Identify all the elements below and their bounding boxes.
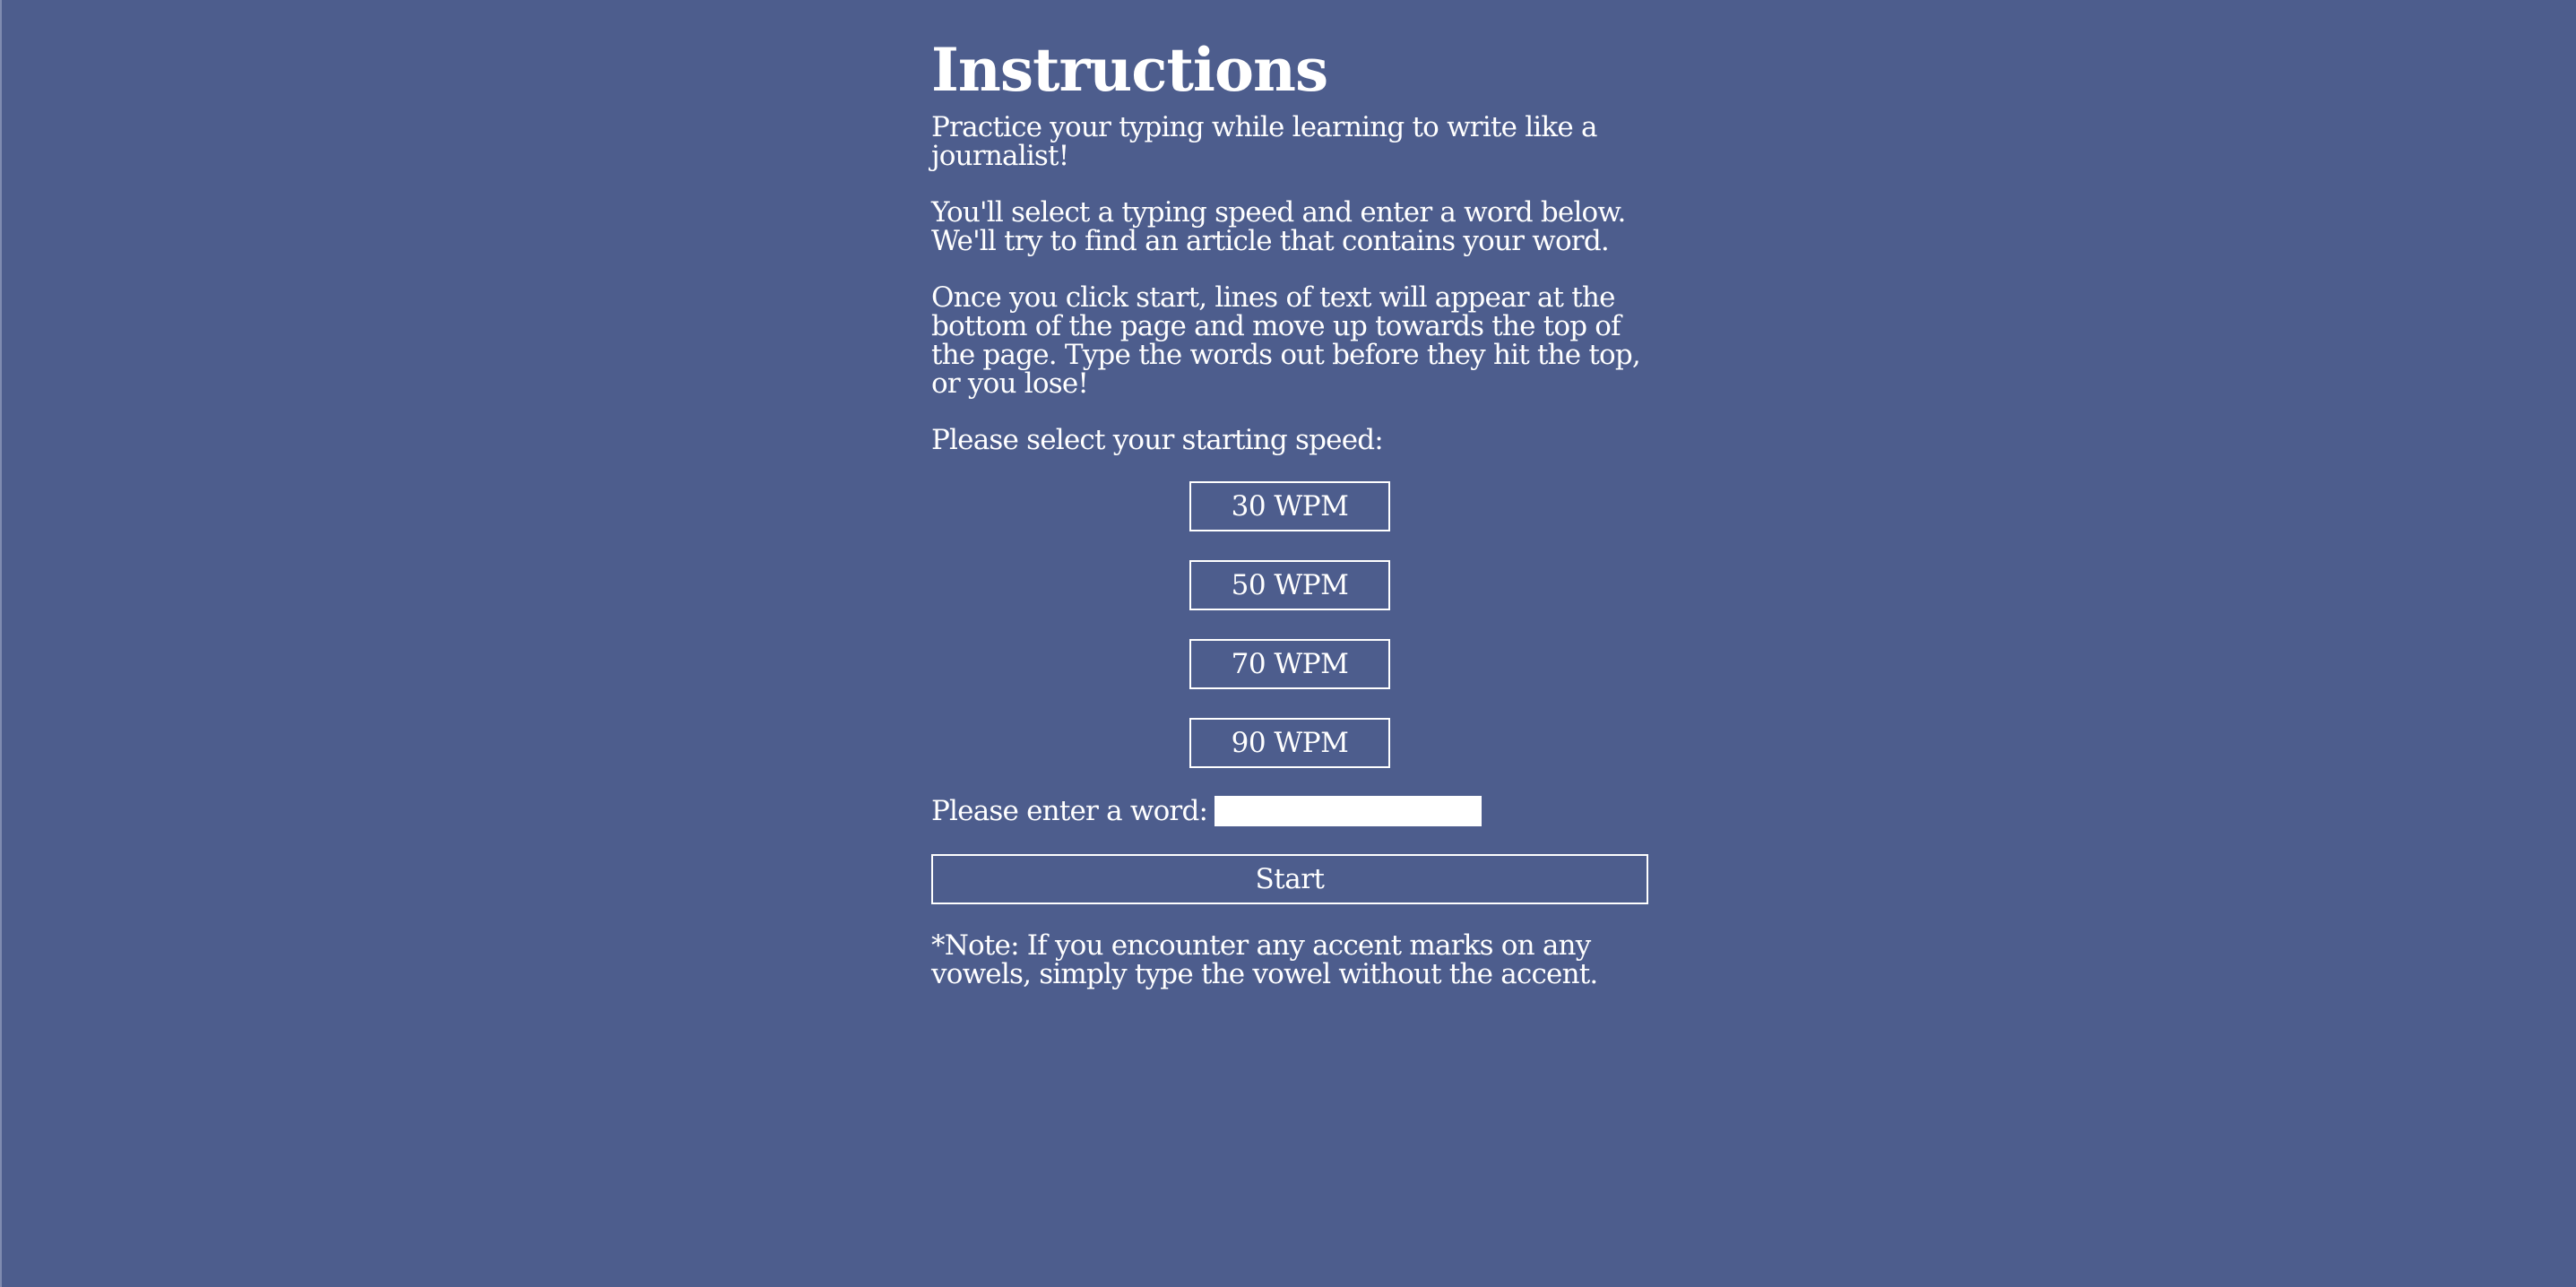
speed-button-30[interactable]: 30 WPM [1189, 481, 1390, 531]
start-button[interactable]: Start [931, 854, 1648, 904]
speed-prompt: Please select your starting speed: [931, 424, 1384, 456]
word-entry-row: Please enter a word: [931, 795, 1648, 827]
accent-note: *Note: If you encounter any accent marks… [931, 929, 1598, 990]
speed-button-90[interactable]: 90 WPM [1189, 718, 1390, 768]
word-input[interactable] [1215, 796, 1482, 826]
intro-text: Practice your typing while learning to w… [931, 111, 1598, 172]
speed-button-group: 30 WPM 50 WPM 70 WPM 90 WPM [931, 481, 1648, 768]
speed-button-70[interactable]: 70 WPM [1189, 639, 1390, 689]
instructions-panel: Instructions Practice your typing while … [931, 34, 1648, 989]
page-title: Instructions [931, 35, 1328, 105]
explain-text: You'll select a typing speed and enter a… [931, 196, 1626, 257]
howto-text: Once you click start, lines of text will… [931, 281, 1641, 400]
word-label: Please enter a word: [931, 795, 1208, 827]
speed-button-50[interactable]: 50 WPM [1189, 560, 1390, 610]
window-edge [0, 0, 2, 1287]
